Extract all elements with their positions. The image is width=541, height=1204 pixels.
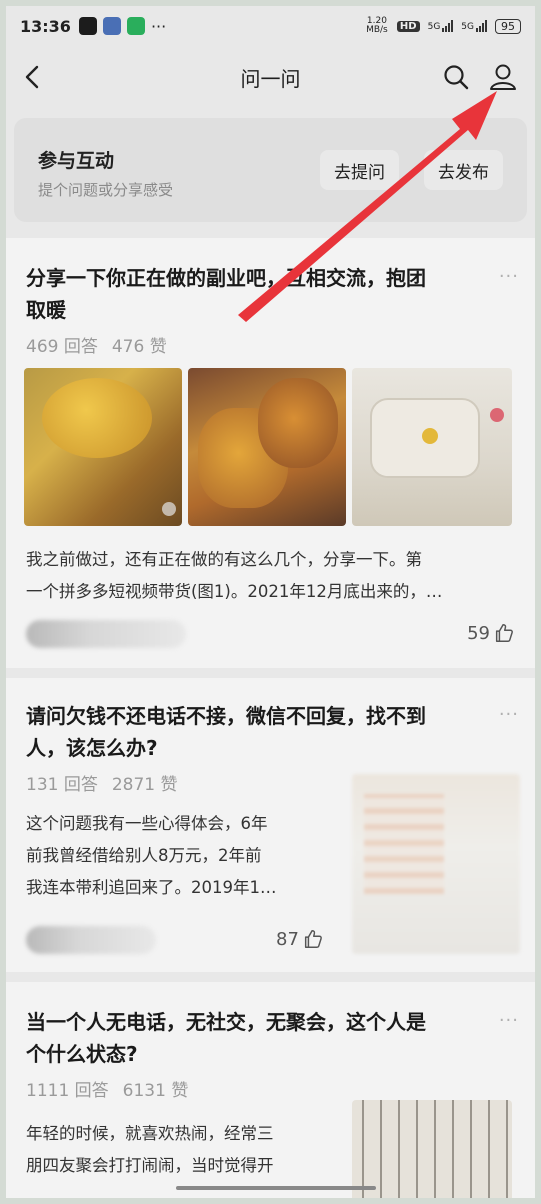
like-count: 6131 赞 (122, 1081, 189, 1101)
feed-card[interactable]: 分享一下你正在做的副业吧，互相交流，抱团 取暖 ··· 469 回答 476 赞 我… (6, 238, 535, 668)
thumbs-up-icon (495, 624, 513, 642)
like-count: 476 赞 (111, 337, 167, 357)
interaction-heading: 参与互动 (38, 150, 115, 172)
app-notification-icon (102, 17, 121, 35)
feed-card[interactable]: 请问欠钱不还电话不接，微信不回复，找不到 人，该怎么办? ··· 131 回答 28… (6, 678, 535, 972)
answer-image[interactable] (24, 368, 182, 526)
answer-image-blurred[interactable] (352, 774, 520, 954)
wechat-icon (126, 17, 145, 35)
signal-1: 5G (428, 20, 454, 32)
publish-button[interactable]: 去发布 (424, 150, 503, 190)
user-icon[interactable] (487, 61, 519, 93)
signal-2: 5G (461, 20, 487, 32)
feed-card[interactable]: 当一个人无电话，无社交，无聚会，这个人是 个什么状态? ··· 1111 回答 61… (6, 982, 535, 1198)
tiktok-icon (78, 17, 97, 35)
question-title[interactable]: 当一个人无电话，无社交，无聚会，这个人是 个什么状态? (26, 1006, 476, 1070)
more-notifications: ··· (150, 16, 167, 36)
search-icon[interactable] (441, 62, 471, 92)
question-stats: 469 回答 476 赞 (26, 332, 167, 357)
answer-count: 131 回答 (26, 775, 98, 795)
interaction-card: 参与互动 提个问题或分享感受 去提问 去发布 (14, 118, 527, 222)
question-title[interactable]: 请问欠钱不还电话不接，微信不回复，找不到 人，该怎么办? (26, 700, 476, 764)
nav-bar: 问一问 (6, 46, 535, 108)
app-screen: 13:36 ··· 1.20 MB/s HD 5G 5G 95 问一问 参与互动… (6, 6, 535, 1198)
more-options-icon[interactable]: ··· (499, 1010, 519, 1031)
like-count: 2871 赞 (111, 775, 178, 795)
thumbs-up-icon (304, 930, 322, 948)
answer-excerpt[interactable]: 年轻的时候，就喜欢热闹，经常三 朋四友聚会打打闹闹，当时觉得开 (26, 1118, 274, 1182)
question-stats: 1111 回答 6131 赞 (26, 1076, 188, 1101)
answer-excerpt[interactable]: 这个问题我有一些心得体会，6年 前我曾经借给别人8万元，2年前 我连本带利追回来了。… (26, 808, 277, 904)
status-time: 13:36 (20, 16, 71, 36)
answer-image[interactable] (352, 368, 512, 526)
answer-image[interactable] (188, 368, 346, 526)
back-arrow-icon[interactable] (18, 62, 48, 92)
status-bar: 13:36 ··· 1.20 MB/s HD 5G 5G 95 (6, 6, 535, 46)
interaction-subtitle: 提个问题或分享感受 (38, 181, 174, 199)
battery-indicator: 95 (495, 18, 521, 34)
hd-badge: HD (396, 20, 420, 32)
net-speed: 1.20 MB/s (366, 16, 388, 35)
question-stats: 131 回答 2871 赞 (26, 770, 178, 795)
more-options-icon[interactable]: ··· (499, 704, 519, 725)
more-options-icon[interactable]: ··· (499, 266, 519, 287)
question-title[interactable]: 分享一下你正在做的副业吧，互相交流，抱团 取暖 (26, 262, 476, 326)
author-info[interactable] (26, 620, 186, 648)
answer-count: 1111 回答 (26, 1081, 109, 1101)
answer-excerpt[interactable]: 我之前做过，还有正在做的有这么几个，分享一下。第 一个拼多多短视频带货(图1)。2… (26, 544, 442, 608)
like-button[interactable]: 87 (276, 928, 324, 950)
like-button[interactable]: 59 (467, 622, 515, 644)
page-title: 问一问 (240, 66, 301, 91)
answer-count: 469 回答 (26, 337, 98, 357)
author-info[interactable] (26, 926, 156, 954)
ask-question-button[interactable]: 去提问 (320, 150, 399, 190)
home-indicator (176, 1186, 376, 1190)
answer-image[interactable] (352, 1100, 512, 1198)
